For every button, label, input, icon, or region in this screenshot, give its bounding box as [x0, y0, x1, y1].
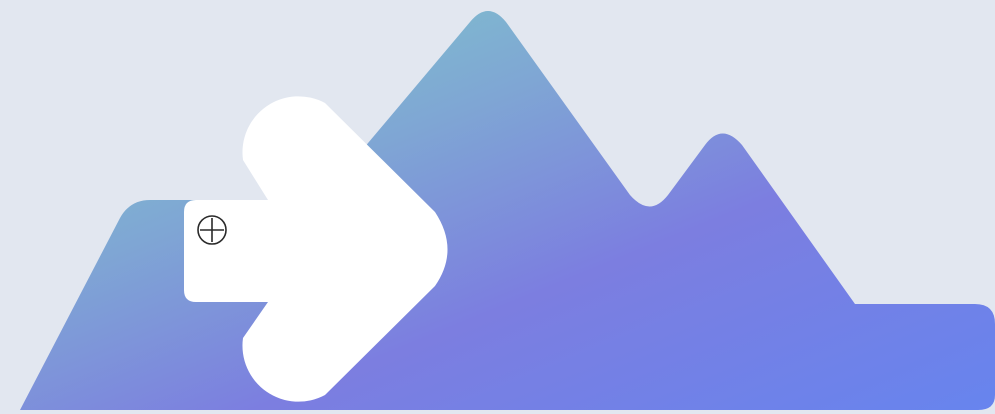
mountains-icon: [20, 11, 995, 410]
circle-plus-icon[interactable]: [197, 215, 227, 245]
illustration-canvas: [0, 0, 995, 414]
illustration-svg: [20, 11, 995, 410]
